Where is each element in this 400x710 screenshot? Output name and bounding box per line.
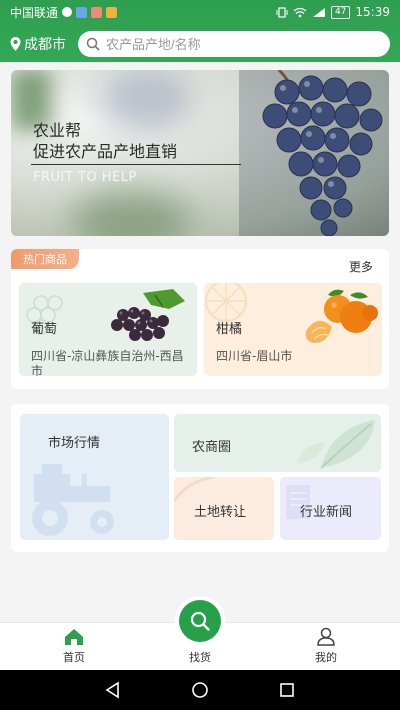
promo-banner[interactable]: 农业帮 促进农产品产地直销 FRUIT TO HELP [11, 70, 389, 236]
banner-divider [31, 164, 241, 165]
battery-indicator: 47 [330, 5, 351, 19]
city-label: 成都市 [24, 37, 66, 53]
city-selector[interactable]: 成都市 [10, 34, 76, 54]
back-icon[interactable] [104, 681, 122, 699]
status-bar: 中国联通 47 15:39 [0, 0, 400, 24]
more-link[interactable]: 更多 [349, 258, 373, 275]
recents-icon[interactable] [278, 681, 296, 699]
banner-title: 农业帮 促进农产品产地直销 [33, 120, 177, 162]
user-icon [317, 627, 335, 646]
tile-label: 市场行情 [48, 436, 101, 451]
tab-mine[interactable]: 我的 [286, 623, 366, 671]
tile-label: 土地转让 [194, 505, 247, 520]
system-nav-bar [0, 670, 400, 710]
product-card-grape[interactable]: 葡萄 四川省-凉山彝族自治州-西昌市 [19, 283, 197, 376]
product-location: 四川省-凉山彝族自治州-西昌市 [31, 349, 184, 376]
tile-industry-news[interactable]: 行业新闻 [280, 477, 381, 540]
signal-icon [312, 7, 325, 17]
home-icon [65, 629, 83, 645]
product-location: 四川省-眉山市 [216, 349, 293, 363]
hot-products-tag: 热门商品 [11, 249, 79, 269]
orange-product-image [305, 289, 378, 343]
message-icon [91, 6, 103, 18]
wifi-icon [293, 7, 307, 17]
tab-label: 首页 [63, 651, 85, 664]
carrier-label: 中国联通 [10, 5, 59, 20]
tile-label: 农商圈 [192, 440, 232, 455]
tile-market-trends[interactable]: 市场行情 [20, 414, 169, 540]
video-icon [106, 6, 118, 18]
grapes-image [239, 70, 389, 236]
tile-label: 行业新闻 [300, 505, 353, 520]
search-icon [86, 37, 100, 51]
grape-product-image [111, 289, 185, 341]
vibrate-icon [276, 6, 288, 18]
find-goods-button[interactable] [179, 600, 221, 642]
app-icon [76, 6, 88, 18]
banner-title-line1: 农业帮 [33, 121, 82, 140]
clock: 15:39 [355, 5, 390, 19]
tab-home[interactable]: 首页 [34, 623, 114, 671]
search-bar[interactable] [78, 31, 390, 57]
tab-label: 找货 [189, 651, 211, 664]
leaf-icon [297, 420, 375, 469]
product-card-orange[interactable]: 柑橘 四川省-眉山市 [204, 283, 382, 376]
qq-icon [62, 7, 73, 17]
tab-label: 我的 [315, 651, 337, 664]
tractor-icon [32, 464, 114, 536]
search-icon [190, 611, 210, 631]
hot-products-section: 热门商品 更多 葡萄 四川省-凉山彝族自治州-西昌市 柑橘 四川省-眉山市 [11, 249, 389, 389]
tile-land-transfer[interactable]: 土地转让 [174, 477, 274, 540]
search-input[interactable] [106, 36, 376, 52]
services-section: 市场行情 农商圈 土地转让 行业新闻 [11, 404, 389, 552]
location-pin-icon [10, 37, 21, 51]
tile-agri-business-circle[interactable]: 农商圈 [174, 414, 381, 472]
product-name: 柑橘 [216, 322, 243, 337]
banner-subtitle: FRUIT TO HELP [33, 170, 137, 185]
home-button-icon[interactable] [191, 681, 209, 699]
banner-leaf-blur-bottom [71, 190, 191, 236]
search-row: 成都市 [0, 28, 400, 60]
banner-title-line2: 促进农产品产地直销 [33, 142, 178, 161]
product-name: 葡萄 [31, 322, 58, 337]
